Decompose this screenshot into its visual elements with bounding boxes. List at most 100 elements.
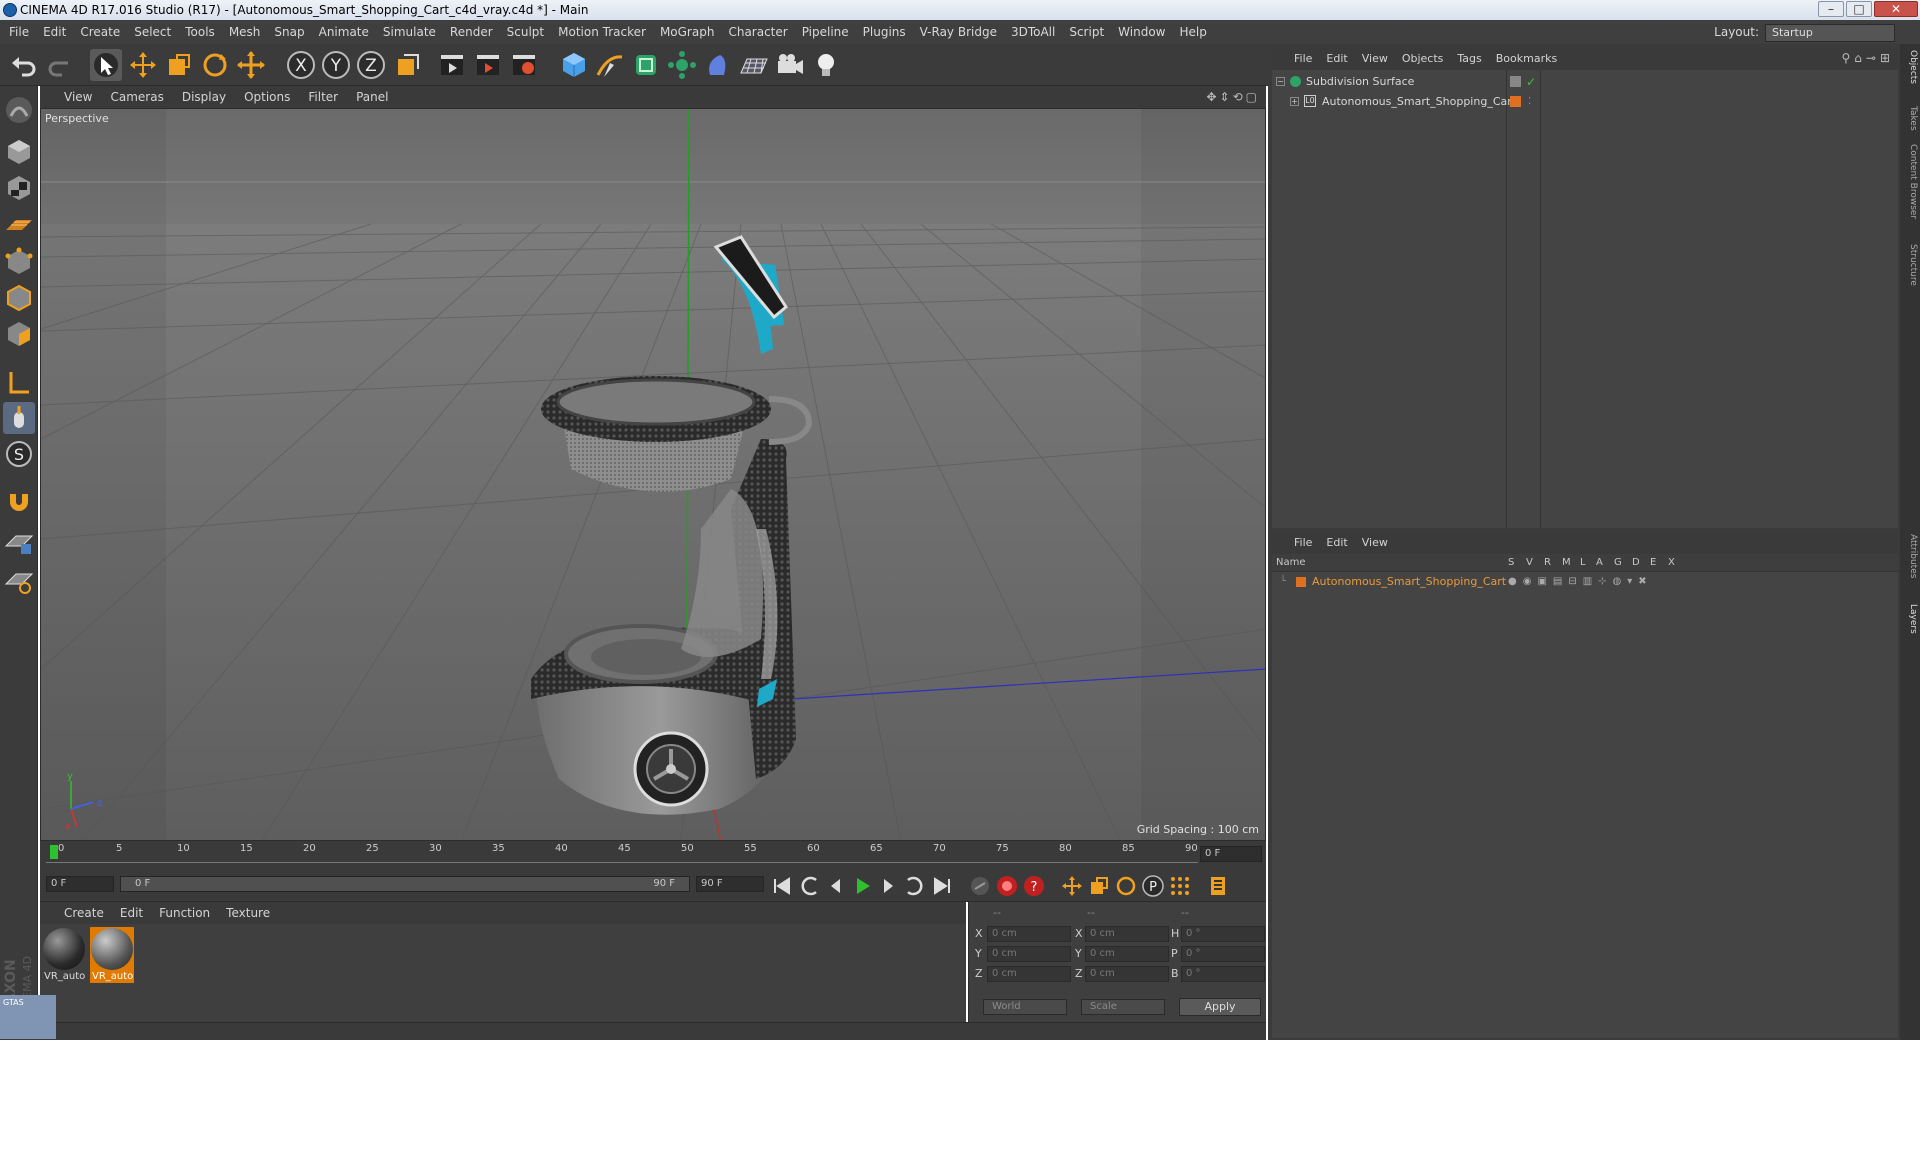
layer-col-expressions[interactable]: E [1650,554,1656,572]
menu-character[interactable]: Character [721,20,794,44]
collapse-toggle-icon[interactable]: − [1276,77,1285,86]
coordinate-space-dropdown[interactable]: World [983,999,1067,1015]
pos-x-field[interactable]: 0 cm [987,926,1071,942]
spline-pen-icon[interactable] [594,49,626,81]
select-tool-icon[interactable] [90,49,122,81]
menu-3dtoall[interactable]: 3DToAll [1004,20,1062,44]
menu-file[interactable]: File [2,20,36,44]
render-view-icon[interactable] [436,49,468,81]
menu-help[interactable]: Help [1172,20,1213,44]
menu-simulate[interactable]: Simulate [376,20,443,44]
render-to-picture-viewer-icon[interactable] [472,49,504,81]
planar-workplane-icon[interactable] [3,564,35,596]
go-to-start-icon[interactable] [770,874,794,898]
expand-toggle-icon[interactable]: + [1290,97,1299,106]
viewport-menu-display[interactable]: Display [173,86,235,108]
size-mode-dropdown[interactable]: Scale [1081,999,1165,1015]
redo-icon[interactable] [44,49,76,81]
layer-col-generators[interactable]: G [1614,554,1622,572]
cloner-icon[interactable] [666,49,698,81]
timeline-ruler[interactable]: 0 5 10 15 20 25 30 35 40 45 50 55 60 65 … [40,841,1266,866]
timeline-track[interactable]: 0 5 10 15 20 25 30 35 40 45 50 55 60 65 … [46,843,1198,863]
menu-script[interactable]: Script [1062,20,1111,44]
objects-menu-objects[interactable]: Objects [1395,48,1451,70]
previous-keyframe-icon[interactable] [798,874,822,898]
point-level-animation-icon[interactable] [1168,874,1192,898]
autokeying-icon[interactable] [995,874,1019,898]
objects-menu-tags[interactable]: Tags [1450,48,1488,70]
layer-tag-icon[interactable] [1510,76,1521,87]
polygons-mode-icon[interactable] [3,318,35,350]
timeline-window-icon[interactable] [1206,874,1230,898]
size-z-field[interactable]: 0 cm [1085,966,1169,982]
enabled-check-icon[interactable]: ✓ [1526,72,1536,92]
subdivision-generator-icon[interactable] [630,49,662,81]
side-tab-takes[interactable]: Takes [1902,106,1918,131]
viewport-menu-view[interactable]: View [40,86,101,108]
layer-col-solo[interactable]: S [1508,554,1514,572]
menu-animate[interactable]: Animate [312,20,376,44]
material-swatch[interactable]: VR_auto [42,927,86,983]
side-tab-layers[interactable]: Layers [1902,604,1918,634]
menu-tools[interactable]: Tools [178,20,222,44]
viewport-menu-panel[interactable]: Panel [347,86,397,108]
menu-edit[interactable]: Edit [36,20,73,44]
menu-select[interactable]: Select [127,20,178,44]
material-swatch-selected[interactable]: VR_auto [90,927,134,983]
size-y-field[interactable]: 0 cm [1085,946,1169,962]
menu-vray-bridge[interactable]: V-Ray Bridge [913,20,1004,44]
deformer-icon[interactable] [702,49,734,81]
layers-menu-file[interactable]: File [1272,532,1319,554]
render-settings-icon[interactable] [508,49,540,81]
objects-menu-edit[interactable]: Edit [1319,48,1354,70]
viewport-menu-options[interactable]: Options [235,86,299,108]
scale-tool-icon[interactable] [163,49,195,81]
layer-col-manager[interactable]: M [1562,554,1571,572]
size-x-field[interactable]: 0 cm [1085,926,1169,942]
workplane-lock-icon[interactable] [3,526,35,558]
side-tab-attributes[interactable]: Attributes [1902,534,1918,578]
workplane-mode-icon[interactable] [3,208,35,240]
layer-col-xref[interactable]: X [1668,554,1675,572]
menu-create[interactable]: Create [73,20,127,44]
edges-mode-icon[interactable] [3,282,35,314]
points-mode-icon[interactable] [3,246,35,278]
menu-motion-tracker[interactable]: Motion Tracker [551,20,653,44]
layer-col-deformers[interactable]: D [1632,554,1640,572]
preview-range-slider[interactable]: 0 F 90 F [120,876,690,892]
pos-z-field[interactable]: 0 cm [987,966,1071,982]
light-icon[interactable] [810,49,842,81]
menu-snap[interactable]: Snap [267,20,311,44]
move-tool-icon[interactable] [127,49,159,81]
menu-pipeline[interactable]: Pipeline [795,20,856,44]
layer-col-name[interactable]: Name [1276,554,1306,572]
objects-menu-file[interactable]: File [1272,48,1319,70]
menu-plugins[interactable]: Plugins [856,20,913,44]
camera-icon[interactable] [774,49,806,81]
layer-col-view[interactable]: V [1526,554,1533,572]
side-tab-structure[interactable]: Structure [1902,244,1918,286]
maximize-button[interactable]: □ [1846,1,1872,17]
end-frame-field[interactable]: 0 F [1200,846,1262,862]
coordinate-system-icon[interactable] [392,49,424,81]
pos-y-field[interactable]: 0 cm [987,946,1071,962]
rot-h-field[interactable]: 0 ° [1181,926,1265,942]
3d-viewport[interactable]: y z x Perspective Grid Spacing : 100 cm [40,108,1266,841]
menu-window[interactable]: Window [1111,20,1172,44]
layout-dropdown[interactable]: Startup [1765,24,1895,42]
go-to-end-icon[interactable] [930,874,954,898]
viewport-menu-cameras[interactable]: Cameras [101,86,172,108]
cube-primitive-icon[interactable] [558,49,590,81]
keyframe-selection-icon[interactable]: ? [1022,874,1046,898]
snapping-icon[interactable]: S [3,438,35,470]
max-frame-field[interactable]: 90 F [696,876,764,892]
z-axis-lock-icon[interactable]: Z [355,49,387,81]
current-frame-field[interactable]: 0 F [46,876,114,892]
material-menu-texture[interactable]: Texture [218,902,278,924]
viewport-menu-filter[interactable]: Filter [299,86,347,108]
menu-sculpt[interactable]: Sculpt [500,20,551,44]
parameter-key-icon[interactable]: P [1141,874,1165,898]
playhead-marker[interactable] [50,845,58,859]
undo-icon[interactable] [8,49,40,81]
material-menu-function[interactable]: Function [151,902,218,924]
